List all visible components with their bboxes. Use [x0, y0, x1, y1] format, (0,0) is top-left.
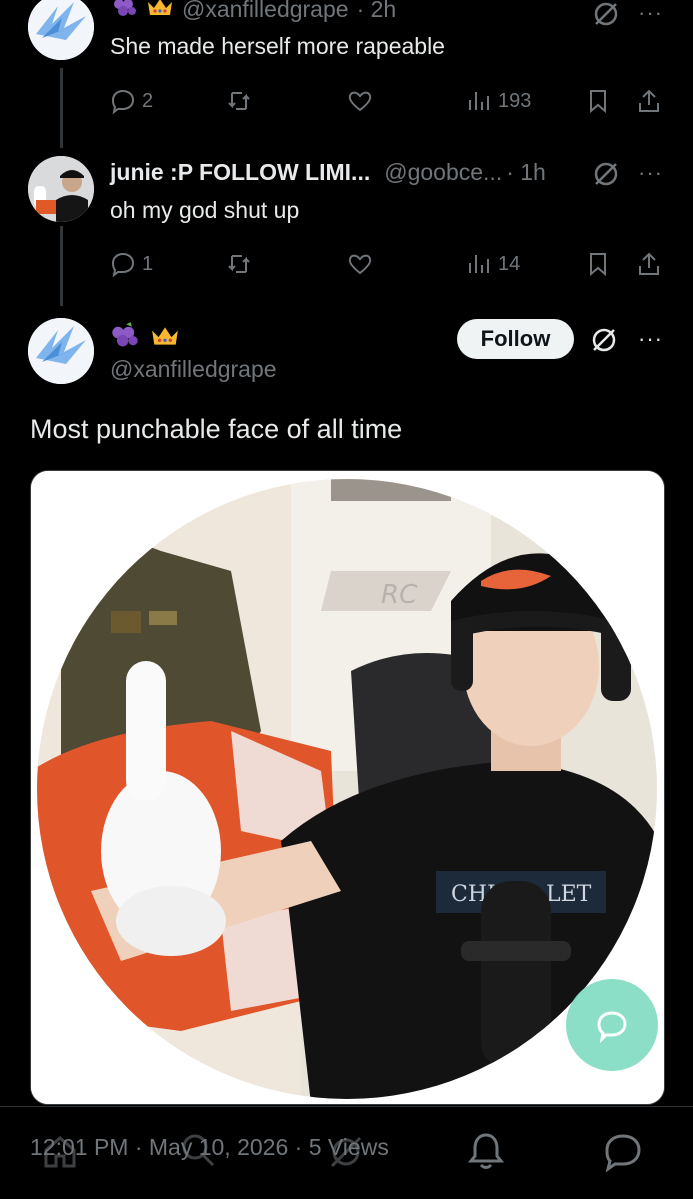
tweet-time[interactable]: · 1h [506, 159, 546, 186]
tweet-text: oh my god shut up [110, 197, 300, 223]
tweet-text: Most punchable face of all time [30, 414, 403, 444]
avatar[interactable] [28, 0, 94, 60]
views-button[interactable]: 193 [466, 88, 531, 114]
share-button[interactable] [636, 88, 662, 114]
grok-icon[interactable] [592, 0, 620, 33]
like-button[interactable] [347, 251, 373, 277]
display-name-emojis[interactable] [110, 322, 180, 355]
avatar[interactable] [28, 156, 94, 222]
search-icon[interactable] [178, 1130, 218, 1175]
messages-icon[interactable] [602, 1132, 644, 1177]
grape-emoji [112, 0, 138, 24]
grape-emoji [110, 322, 140, 355]
more-icon[interactable]: ··· [638, 326, 663, 352]
more-icon[interactable]: ··· [638, 160, 663, 186]
retweet-button[interactable] [226, 251, 252, 277]
shirt-text-right: LET [546, 882, 592, 907]
svg-text:RC: RC [381, 580, 418, 610]
more-icon[interactable]: ··· [638, 0, 663, 26]
retweet-icon [228, 255, 250, 273]
reply-button[interactable]: 2 [110, 88, 153, 114]
share-button[interactable] [636, 251, 662, 277]
grok-icon[interactable] [592, 160, 620, 193]
crown-emoji [146, 0, 174, 23]
avatar[interactable] [28, 318, 94, 384]
bookmark-button[interactable] [585, 88, 611, 114]
heart-icon [348, 91, 372, 112]
bookmark-icon [590, 253, 606, 277]
notifications-icon[interactable] [466, 1130, 506, 1177]
bookmark-icon [590, 90, 606, 114]
tweet-header: junie :P FOLLOW LIMI... @goobce... · 1h [110, 157, 546, 187]
reply-count: 1 [142, 252, 154, 275]
bookmark-button[interactable] [585, 251, 611, 277]
views-icon [469, 92, 489, 110]
views-button[interactable]: 14 [466, 251, 520, 277]
share-icon [639, 89, 659, 112]
home-icon[interactable] [40, 1132, 80, 1177]
views-icon [469, 255, 489, 273]
message-icon [597, 1011, 627, 1043]
retweet-icon [228, 92, 250, 110]
tweet-time[interactable]: · 2h [357, 0, 397, 23]
tweet-header: @xanfilledgrape · 2h [112, 0, 396, 24]
tweet-handle[interactable]: @goobce... [384, 159, 502, 186]
reply-icon [111, 89, 135, 114]
grok-nav-icon[interactable] [326, 1132, 366, 1177]
tweet-handle[interactable]: @xanfilledgrape [110, 356, 277, 383]
retweet-button[interactable] [226, 88, 252, 114]
reply-button[interactable]: 1 [110, 251, 153, 277]
like-button[interactable] [347, 88, 373, 114]
share-icon [639, 252, 659, 275]
display-name[interactable]: junie :P FOLLOW LIMI... [110, 159, 370, 186]
grok-icon[interactable] [590, 326, 618, 359]
footer-divider [0, 1106, 693, 1107]
follow-button[interactable]: Follow [457, 319, 574, 359]
reply-count: 2 [142, 89, 154, 112]
compose-message-button[interactable] [566, 979, 658, 1071]
tweet-handle[interactable]: @xanfilledgrape [182, 0, 349, 23]
thread-line [60, 68, 63, 148]
views-count: 193 [498, 89, 532, 112]
thread-line [60, 226, 63, 306]
crown-emoji [150, 324, 180, 353]
views-count: 14 [498, 252, 521, 275]
reply-icon [111, 252, 135, 277]
heart-icon [348, 254, 372, 275]
tweet-text: She made herself more rapeable [110, 33, 445, 59]
